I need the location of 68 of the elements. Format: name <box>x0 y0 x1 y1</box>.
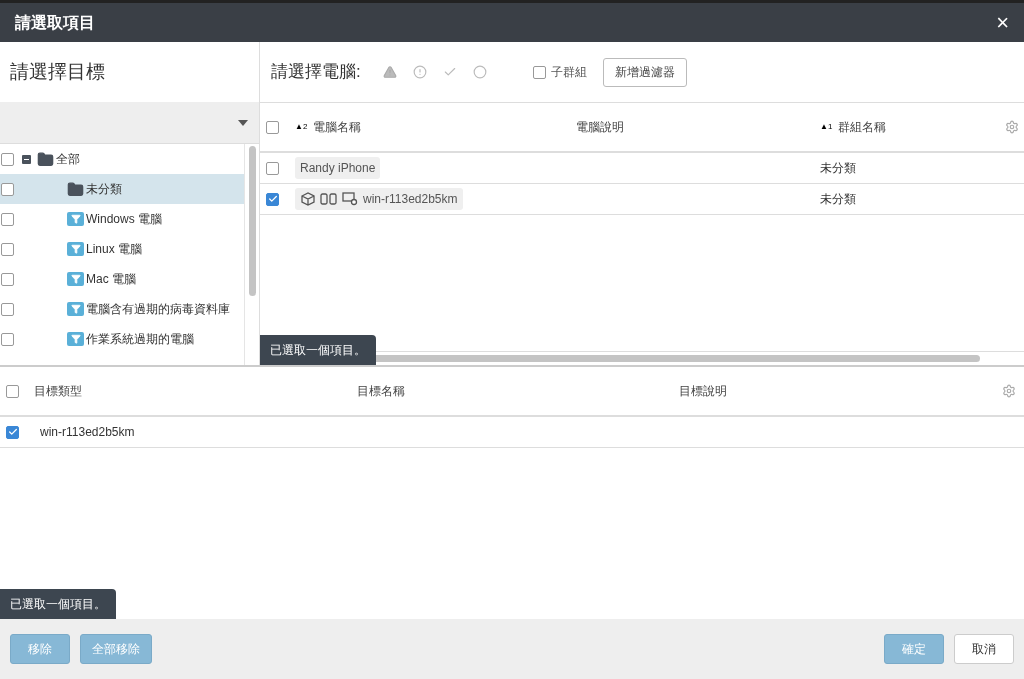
panel-title: 請選擇電腦: <box>271 61 361 84</box>
column-header[interactable]: 電腦名稱 <box>313 118 362 136</box>
table-cell-text: win-r113ed2b5km <box>40 424 135 441</box>
folder-icon <box>67 180 84 198</box>
panel-title: 請選擇目標 <box>10 59 105 84</box>
checkbox[interactable] <box>266 192 279 206</box>
add-filter-button[interactable]: 新增過濾器 <box>602 57 687 87</box>
settings-icon[interactable] <box>1005 120 1019 134</box>
column-header[interactable]: 群組名稱 <box>838 118 887 136</box>
sort-icon[interactable]: ▲1 <box>820 121 833 133</box>
tree-item[interactable]: 全部 <box>0 144 244 174</box>
cancel-button[interactable]: 取消 <box>954 634 1014 664</box>
caret-icon <box>238 119 248 126</box>
close-button[interactable]: × <box>996 11 1009 34</box>
select-all-checkbox[interactable] <box>266 120 279 134</box>
tree-item[interactable]: 電腦含有過期的病毒資料庫 <box>0 294 244 324</box>
select-all-checkbox[interactable] <box>6 384 19 398</box>
checkbox[interactable] <box>6 425 19 439</box>
tree-label: 未分類 <box>86 181 122 198</box>
checkbox[interactable] <box>1 212 14 226</box>
table-cell-text: 未分類 <box>820 191 856 208</box>
computer-name: Randy iPhone <box>300 160 376 177</box>
checkbox[interactable] <box>1 242 14 256</box>
checkbox[interactable] <box>1 272 14 286</box>
table-row[interactable]: Randy iPhone 未分類 <box>260 153 1024 184</box>
checkbox[interactable] <box>266 161 279 175</box>
tree-label: 作業系統過期的電腦 <box>86 331 194 348</box>
filter-folder-icon <box>67 332 84 346</box>
tree-item[interactable]: Windows 電腦 <box>0 204 244 234</box>
tree-label: Mac 電腦 <box>86 271 136 288</box>
circle-icon[interactable] <box>472 65 487 79</box>
column-header[interactable]: 電腦說明 <box>576 118 624 136</box>
folder-icon <box>37 150 54 168</box>
filter-folder-icon <box>67 242 84 256</box>
collapse-icon[interactable] <box>22 154 31 164</box>
table-row[interactable]: win-r113ed2b5km 未分類 <box>260 184 1024 215</box>
filter-folder-icon <box>67 212 84 226</box>
column-header[interactable]: 目標說明 <box>679 382 1002 400</box>
tree-item[interactable]: Linux 電腦 <box>0 234 244 264</box>
selection-tooltip: 已選取一個項目。 <box>260 335 376 365</box>
checkbox-label: 子群組 <box>550 64 587 81</box>
settings-icon[interactable] <box>1002 384 1016 398</box>
computer-name: win-r113ed2b5km <box>363 191 458 208</box>
checkbox[interactable] <box>1 152 14 166</box>
tree-item[interactable]: Mac 電腦 <box>0 264 244 294</box>
scrollbar[interactable] <box>244 144 259 365</box>
warning-icon[interactable] <box>382 65 397 79</box>
column-header[interactable]: 目標名稱 <box>356 382 680 400</box>
tree-item[interactable]: 未分類 <box>0 174 244 204</box>
tree-label: Linux 電腦 <box>86 241 143 258</box>
check-icon[interactable] <box>442 65 457 79</box>
window-title: 請選取項目 <box>15 12 95 33</box>
filter-folder-icon <box>67 302 84 316</box>
tree-item[interactable]: 作業系統過期的電腦 <box>0 324 244 354</box>
checkbox[interactable] <box>1 182 14 196</box>
tree-label: Windows 電腦 <box>86 211 162 228</box>
checkbox[interactable] <box>1 332 14 346</box>
selection-tooltip: 已選取一個項目。 <box>0 589 116 619</box>
alert-icon[interactable] <box>412 65 427 79</box>
filter-folder-icon <box>67 272 84 286</box>
checkbox[interactable] <box>532 65 546 79</box>
sort-icon[interactable]: ▲2 <box>295 121 308 133</box>
table-row[interactable]: win-r113ed2b5km <box>0 417 1024 448</box>
tree-label: 全部 <box>56 151 80 168</box>
checkbox[interactable] <box>1 302 14 316</box>
column-header[interactable]: 目標類型 <box>34 382 357 400</box>
table-cell-text: 未分類 <box>820 160 856 177</box>
tree-label: 電腦含有過期的病毒資料庫 <box>86 301 230 318</box>
